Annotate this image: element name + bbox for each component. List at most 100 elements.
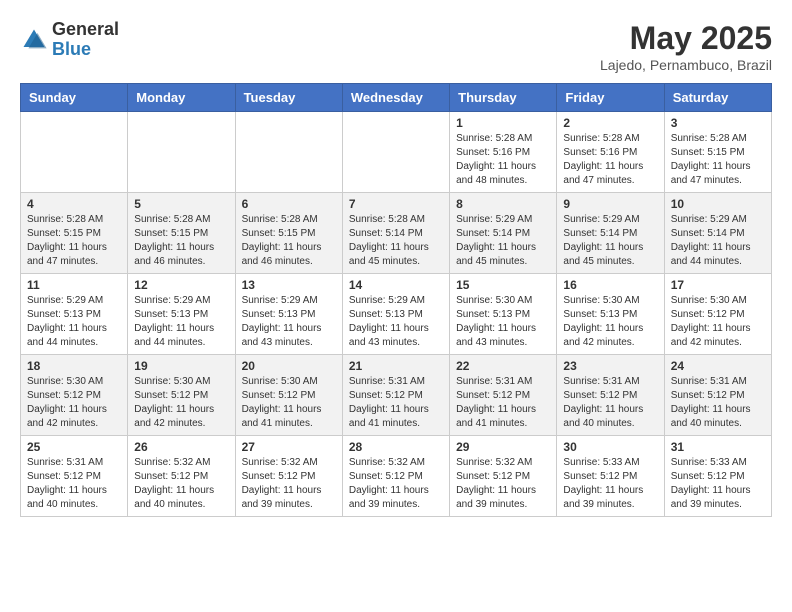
day-number: 22 (456, 359, 550, 373)
day-info: Sunrise: 5:32 AM Sunset: 5:12 PM Dayligh… (242, 456, 336, 512)
day-number: 14 (349, 278, 443, 292)
day-number: 4 (27, 197, 121, 211)
weekday-header-monday: Monday (128, 84, 235, 112)
calendar-week-row: 4 Sunrise: 5:28 AM Sunset: 5:15 PM Daylig… (21, 193, 772, 274)
day-info: Sunrise: 5:30 AM Sunset: 5:12 PM Dayligh… (27, 375, 121, 431)
day-info: Sunrise: 5:28 AM Sunset: 5:15 PM Dayligh… (671, 132, 765, 188)
calendar-cell: 22 Sunrise: 5:31 AM Sunset: 5:12 PM Dayli… (450, 355, 557, 436)
calendar-week-row: 1Sunrise: 5:28 AM Sunset: 5:16 PM Daylig… (21, 112, 772, 193)
calendar-cell: 1Sunrise: 5:28 AM Sunset: 5:16 PM Daylig… (450, 112, 557, 193)
day-number: 26 (134, 440, 228, 454)
weekday-header-row: SundayMondayTuesdayWednesdayThursdayFrid… (21, 84, 772, 112)
calendar-cell: 9Sunrise: 5:29 AM Sunset: 5:14 PM Daylig… (557, 193, 664, 274)
page-header: General Blue May 2025 Lajedo, Pernambuco… (20, 20, 772, 73)
calendar-week-row: 25 Sunrise: 5:31 AM Sunset: 5:12 PM Dayli… (21, 436, 772, 517)
day-info: Sunrise: 5:29 AM Sunset: 5:14 PM Dayligh… (456, 213, 550, 269)
day-info: Sunrise: 5:32 AM Sunset: 5:12 PM Dayligh… (134, 456, 228, 512)
calendar-cell: 31 Sunrise: 5:33 AM Sunset: 5:12 PM Dayli… (664, 436, 771, 517)
day-number: 25 (27, 440, 121, 454)
calendar-cell: 28 Sunrise: 5:32 AM Sunset: 5:12 PM Dayli… (342, 436, 449, 517)
day-number: 17 (671, 278, 765, 292)
day-number: 18 (27, 359, 121, 373)
day-info: Sunrise: 5:31 AM Sunset: 5:12 PM Dayligh… (349, 375, 443, 431)
calendar-week-row: 18 Sunrise: 5:30 AM Sunset: 5:12 PM Dayli… (21, 355, 772, 436)
weekday-header-sunday: Sunday (21, 84, 128, 112)
calendar-cell: 12 Sunrise: 5:29 AM Sunset: 5:13 PM Dayli… (128, 274, 235, 355)
day-info: Sunrise: 5:31 AM Sunset: 5:12 PM Dayligh… (456, 375, 550, 431)
logo-general-text: General (52, 20, 119, 40)
calendar-cell: 8 Sunrise: 5:29 AM Sunset: 5:14 PM Daylig… (450, 193, 557, 274)
day-number: 30 (563, 440, 657, 454)
logo-icon (20, 26, 48, 54)
day-number: 31 (671, 440, 765, 454)
logo-text: General Blue (52, 20, 119, 60)
day-info: Sunrise: 5:31 AM Sunset: 5:12 PM Dayligh… (671, 375, 765, 431)
day-info: Sunrise: 5:33 AM Sunset: 5:12 PM Dayligh… (563, 456, 657, 512)
calendar-cell: 6 Sunrise: 5:28 AM Sunset: 5:15 PM Daylig… (235, 193, 342, 274)
day-number: 29 (456, 440, 550, 454)
day-number: 1 (456, 116, 550, 130)
day-info: Sunrise: 5:28 AM Sunset: 5:15 PM Dayligh… (242, 213, 336, 269)
day-number: 23 (563, 359, 657, 373)
calendar-cell: 24 Sunrise: 5:31 AM Sunset: 5:12 PM Dayli… (664, 355, 771, 436)
day-number: 3 (671, 116, 765, 130)
weekday-header-wednesday: Wednesday (342, 84, 449, 112)
day-info: Sunrise: 5:30 AM Sunset: 5:12 PM Dayligh… (671, 294, 765, 350)
day-number: 9 (563, 197, 657, 211)
day-info: Sunrise: 5:30 AM Sunset: 5:13 PM Dayligh… (456, 294, 550, 350)
day-number: 16 (563, 278, 657, 292)
day-number: 28 (349, 440, 443, 454)
day-number: 20 (242, 359, 336, 373)
calendar-cell (235, 112, 342, 193)
day-info: Sunrise: 5:29 AM Sunset: 5:14 PM Dayligh… (671, 213, 765, 269)
day-info: Sunrise: 5:29 AM Sunset: 5:13 PM Dayligh… (27, 294, 121, 350)
day-info: Sunrise: 5:31 AM Sunset: 5:12 PM Dayligh… (563, 375, 657, 431)
calendar-cell: 3 Sunrise: 5:28 AM Sunset: 5:15 PM Daylig… (664, 112, 771, 193)
day-number: 27 (242, 440, 336, 454)
calendar-cell: 5Sunrise: 5:28 AM Sunset: 5:15 PM Daylig… (128, 193, 235, 274)
calendar-cell: 29Sunrise: 5:32 AM Sunset: 5:12 PM Dayli… (450, 436, 557, 517)
day-number: 21 (349, 359, 443, 373)
day-number: 10 (671, 197, 765, 211)
calendar-cell: 16 Sunrise: 5:30 AM Sunset: 5:13 PM Dayli… (557, 274, 664, 355)
day-number: 19 (134, 359, 228, 373)
calendar-cell: 13Sunrise: 5:29 AM Sunset: 5:13 PM Dayli… (235, 274, 342, 355)
month-title: May 2025 (600, 20, 772, 57)
day-number: 11 (27, 278, 121, 292)
day-info: Sunrise: 5:29 AM Sunset: 5:13 PM Dayligh… (242, 294, 336, 350)
calendar-cell: 26 Sunrise: 5:32 AM Sunset: 5:12 PM Dayli… (128, 436, 235, 517)
calendar-cell: 4 Sunrise: 5:28 AM Sunset: 5:15 PM Daylig… (21, 193, 128, 274)
calendar-cell (21, 112, 128, 193)
day-info: Sunrise: 5:28 AM Sunset: 5:14 PM Dayligh… (349, 213, 443, 269)
calendar-cell: 14 Sunrise: 5:29 AM Sunset: 5:13 PM Dayli… (342, 274, 449, 355)
calendar-cell: 7 Sunrise: 5:28 AM Sunset: 5:14 PM Daylig… (342, 193, 449, 274)
day-number: 12 (134, 278, 228, 292)
weekday-header-tuesday: Tuesday (235, 84, 342, 112)
day-number: 6 (242, 197, 336, 211)
calendar-cell: 11 Sunrise: 5:29 AM Sunset: 5:13 PM Dayli… (21, 274, 128, 355)
calendar-cell: 21 Sunrise: 5:31 AM Sunset: 5:12 PM Dayli… (342, 355, 449, 436)
day-number: 8 (456, 197, 550, 211)
calendar-cell: 17 Sunrise: 5:30 AM Sunset: 5:12 PM Dayli… (664, 274, 771, 355)
calendar-cell (128, 112, 235, 193)
day-info: Sunrise: 5:28 AM Sunset: 5:15 PM Dayligh… (27, 213, 121, 269)
calendar-cell: 20Sunrise: 5:30 AM Sunset: 5:12 PM Dayli… (235, 355, 342, 436)
day-info: Sunrise: 5:28 AM Sunset: 5:15 PM Dayligh… (134, 213, 228, 269)
day-number: 2 (563, 116, 657, 130)
calendar-cell: 30 Sunrise: 5:33 AM Sunset: 5:12 PM Dayli… (557, 436, 664, 517)
day-info: Sunrise: 5:30 AM Sunset: 5:13 PM Dayligh… (563, 294, 657, 350)
day-info: Sunrise: 5:29 AM Sunset: 5:13 PM Dayligh… (349, 294, 443, 350)
day-info: Sunrise: 5:32 AM Sunset: 5:12 PM Dayligh… (349, 456, 443, 512)
calendar-cell: 2Sunrise: 5:28 AM Sunset: 5:16 PM Daylig… (557, 112, 664, 193)
day-number: 24 (671, 359, 765, 373)
calendar-cell: 23 Sunrise: 5:31 AM Sunset: 5:12 PM Dayli… (557, 355, 664, 436)
day-number: 7 (349, 197, 443, 211)
day-info: Sunrise: 5:29 AM Sunset: 5:13 PM Dayligh… (134, 294, 228, 350)
day-info: Sunrise: 5:31 AM Sunset: 5:12 PM Dayligh… (27, 456, 121, 512)
weekday-header-friday: Friday (557, 84, 664, 112)
calendar-cell: 18 Sunrise: 5:30 AM Sunset: 5:12 PM Dayli… (21, 355, 128, 436)
calendar-cell: 19Sunrise: 5:30 AM Sunset: 5:12 PM Dayli… (128, 355, 235, 436)
day-info: Sunrise: 5:33 AM Sunset: 5:12 PM Dayligh… (671, 456, 765, 512)
calendar-cell: 10 Sunrise: 5:29 AM Sunset: 5:14 PM Dayli… (664, 193, 771, 274)
location: Lajedo, Pernambuco, Brazil (600, 57, 772, 73)
